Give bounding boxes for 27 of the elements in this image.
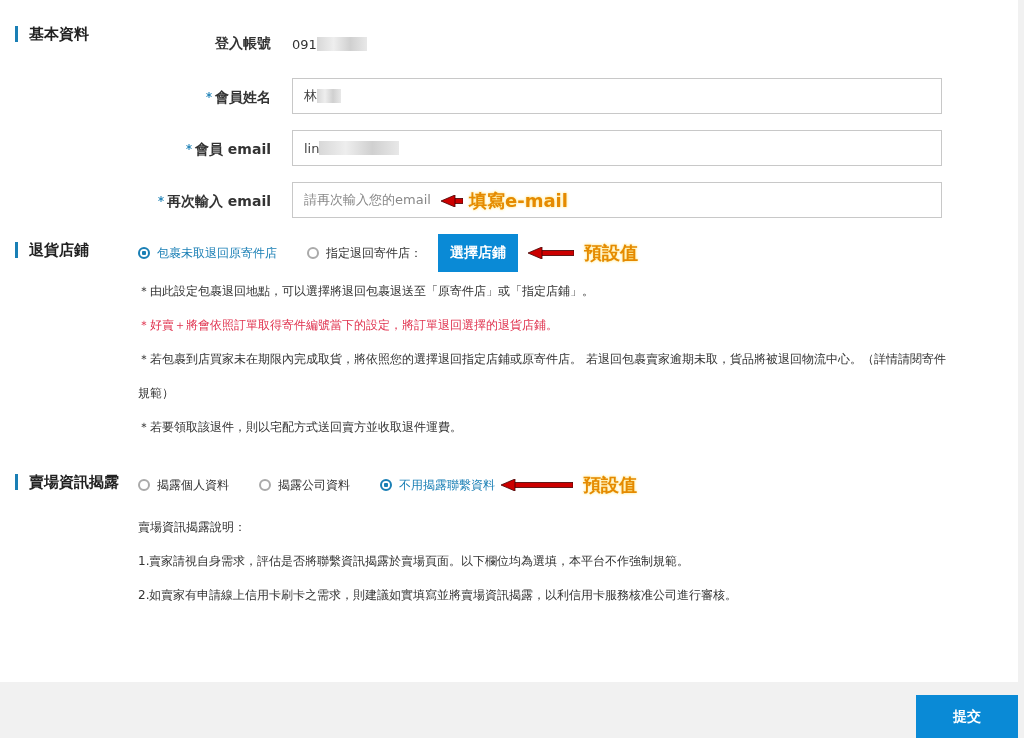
annotation-text: 預設值 <box>584 241 638 265</box>
note-text: ＊若要領取該退件，則以宅配方式送回賣方並收取退件運費。 <box>138 419 463 436</box>
input-field[interactable]: 林 <box>292 78 942 114</box>
field-label: 再次輸入 email <box>167 193 271 211</box>
note-text: ＊若包裹到店買家未在期限內完成取貨，將依照您的選擇退回指定店鋪或原寄件店。 若退回包裹賣家逾期未取，貨品將被退回物流中心。（詳情請閱寄件規範） <box>138 351 947 402</box>
select-store-button[interactable]: 選擇店鋪 <box>438 234 518 272</box>
arrow-icon <box>441 195 463 207</box>
submit-button[interactable]: 提交 <box>916 695 1018 738</box>
radio-option[interactable]: 揭露公司資料 <box>259 476 350 494</box>
field-label: 會員 email <box>195 141 271 159</box>
note-text: 1.賣家請視自身需求，評估是否將聯繫資訊揭露於賣場頁面。以下欄位均為選填，本平台不作強制規範。 <box>138 553 691 570</box>
radio-option[interactable]: 指定退回寄件店： <box>307 244 422 262</box>
note-text: ＊好賣＋將會依照訂單取得寄件編號當下的設定，將訂單退回選擇的退貨店鋪。 <box>138 317 559 334</box>
input-field[interactable]: 請再次輸入您的email 填寫e-mail <box>292 182 942 218</box>
field-label: 會員姓名 <box>215 89 271 107</box>
annotation-text: 填寫e-mail <box>469 189 568 213</box>
arrow-icon <box>528 247 574 259</box>
field-label: 登入帳號 <box>215 35 271 53</box>
note-text: 賣場資訊揭露說明： <box>138 519 247 536</box>
section-title: 基本資料 <box>15 26 147 42</box>
account-value: 091 <box>292 36 317 52</box>
annotation-text: 預設值 <box>583 473 637 497</box>
radio-option[interactable]: 不用揭露聯繫資料 <box>380 476 495 494</box>
note-text: 2.如賣家有申請線上信用卡刷卡之需求，則建議如實填寫並將賣場資訊揭露，以利信用卡服務核准公司進行審核。 <box>138 587 739 604</box>
note-text: ＊由此設定包裹退回地點，可以選擇將退回包裹退送至「原寄件店」或「指定店鋪」。 <box>138 283 595 300</box>
input-field[interactable]: lin <box>292 130 942 166</box>
arrow-icon <box>501 479 573 491</box>
